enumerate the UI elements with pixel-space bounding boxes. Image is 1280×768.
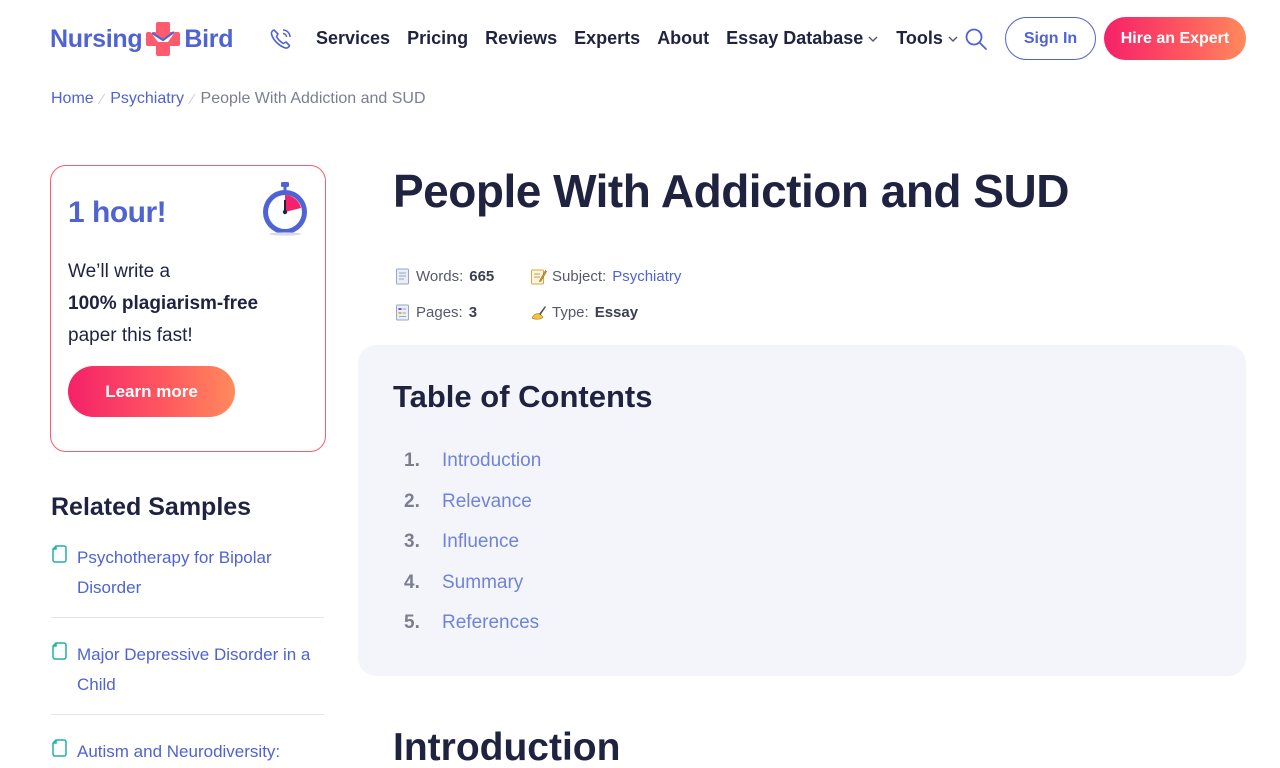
toc-item: 4. Summary: [404, 563, 541, 604]
promo-line-2: 100% plagiarism-free: [68, 293, 259, 314]
nav-essay-database[interactable]: Essay Database: [726, 28, 879, 49]
promo-line-1: We’ll write a: [68, 261, 171, 282]
toc-item: 3. Influence: [404, 522, 541, 563]
table-of-contents: Table of Contents 1. Introduction 2. Relev…: [358, 345, 1246, 676]
breadcrumb-home[interactable]: Home: [51, 90, 94, 108]
meta-words: Words: 665: [394, 268, 530, 285]
nav-label: Essay Database: [726, 28, 864, 48]
meta-type: Type: Essay: [530, 304, 638, 321]
toc-link-influence[interactable]: Influence: [442, 531, 519, 553]
sign-in-button[interactable]: Sign In: [1005, 17, 1096, 60]
meta-row: Pages: 3 Type: Essay: [394, 294, 681, 330]
writing-hand-icon: [531, 305, 546, 320]
meta-value: Essay: [594, 303, 639, 321]
related-sample-link[interactable]: Psychotherapy for Bipolar Disorder: [77, 543, 324, 603]
list-item: Psychotherapy for Bipolar Disorder: [51, 538, 324, 618]
stopwatch-icon: [263, 182, 307, 236]
promo-text: We’ll write a 100% plagiarism-free paper…: [68, 256, 318, 352]
related-samples-list: Psychotherapy for Bipolar Disorder Major…: [51, 538, 324, 768]
breadcrumb-separator: ⁄: [100, 90, 104, 108]
chevron-down-icon: [948, 36, 958, 42]
meta-pages: Pages: 3: [394, 304, 530, 321]
toc-list: 1. Introduction 2. Relevance 3. Influence 4…: [404, 441, 541, 644]
main-nav: Services Pricing Reviews Experts About E…: [316, 28, 976, 49]
cross-bird-logo-icon: [146, 22, 181, 56]
page-title: People With Addiction and SUD: [393, 165, 1069, 217]
document-icon: [52, 642, 67, 660]
search-icon[interactable]: [964, 27, 988, 51]
chevron-down-icon: [868, 36, 878, 42]
breadcrumb: Home ⁄ Psychiatry ⁄ People With Addictio…: [51, 90, 426, 108]
document-icon: [52, 545, 67, 563]
nav-label: Services: [316, 28, 391, 48]
toc-number: 1.: [404, 450, 420, 472]
toc-title: Table of Contents: [393, 379, 653, 414]
toc-link-summary[interactable]: Summary: [442, 572, 523, 594]
promo-card: 1 hour! We’ll write a 100% plagiarism-fr…: [50, 165, 326, 452]
toc-number: 2.: [404, 490, 420, 512]
list-item: Autism and Neurodiversity:: [51, 732, 324, 768]
subject-link[interactable]: Psychiatry: [612, 268, 681, 285]
toc-number: 4.: [404, 571, 420, 593]
section-title-introduction: Introduction: [393, 726, 621, 768]
toc-item: 2. Relevance: [404, 482, 541, 523]
meta-value: 665: [469, 267, 495, 285]
meta-subject: Subject: Psychiatry: [530, 268, 681, 285]
site-logo[interactable]: Nursing Bird: [50, 20, 233, 58]
nav-about[interactable]: About: [657, 28, 709, 49]
toc-link-introduction[interactable]: Introduction: [442, 450, 541, 472]
logo-text-left: Nursing: [50, 24, 143, 53]
meta-label: Subject:: [552, 267, 607, 285]
toc-link-relevance[interactable]: Relevance: [442, 491, 532, 513]
phone-icon[interactable]: [268, 26, 294, 52]
logo-text-right: Bird: [184, 24, 234, 53]
toc-number: 3.: [404, 531, 420, 553]
site-header: Nursing Bird Services Pricing Reviews Ex…: [0, 0, 1280, 78]
nav-experts[interactable]: Experts: [574, 28, 640, 49]
page-icon: [396, 268, 409, 284]
nav-services[interactable]: Services: [316, 28, 390, 49]
meta-label: Words:: [416, 267, 464, 285]
meta-label: Pages:: [416, 303, 463, 321]
meta-label: Type:: [552, 303, 589, 321]
hire-expert-button[interactable]: Hire an Expert: [1104, 17, 1246, 60]
document-icon: [52, 739, 67, 757]
meta-row: Words: 665 Subject: Psychiatry: [394, 258, 681, 294]
meta-value: 3: [468, 303, 478, 321]
pages-icon: [396, 304, 409, 320]
nav-reviews[interactable]: Reviews: [485, 28, 557, 49]
nav-label: Pricing: [407, 28, 469, 48]
related-sample-link[interactable]: Autism and Neurodiversity:: [77, 737, 324, 767]
breadcrumb-current: People With Addiction and SUD: [200, 90, 426, 107]
related-samples-title: Related Samples: [51, 493, 252, 521]
promo-title: 1 hour!: [68, 196, 167, 229]
nav-label: Tools: [896, 28, 943, 48]
essay-meta: Words: 665 Subject: Psychiatry Pages: 3 …: [394, 258, 681, 330]
related-sample-link[interactable]: Major Depressive Disorder in a Child: [77, 640, 324, 700]
nav-label: About: [657, 28, 710, 48]
learn-more-button[interactable]: Learn more: [68, 366, 235, 417]
nav-tools[interactable]: Tools: [896, 28, 959, 49]
nav-label: Reviews: [485, 28, 558, 48]
toc-number: 5.: [404, 612, 420, 634]
nav-pricing[interactable]: Pricing: [407, 28, 468, 49]
toc-link-references[interactable]: References: [442, 612, 539, 634]
toc-item: 1. Introduction: [404, 441, 541, 482]
breadcrumb-separator: ⁄: [191, 90, 194, 108]
memo-icon: [531, 269, 547, 284]
promo-line-3: paper this fast!: [68, 325, 193, 346]
nav-label: Experts: [574, 28, 641, 48]
list-item: Major Depressive Disorder in a Child: [51, 635, 324, 715]
breadcrumb-psychiatry[interactable]: Psychiatry: [110, 90, 184, 108]
toc-item: 5. References: [404, 603, 541, 644]
